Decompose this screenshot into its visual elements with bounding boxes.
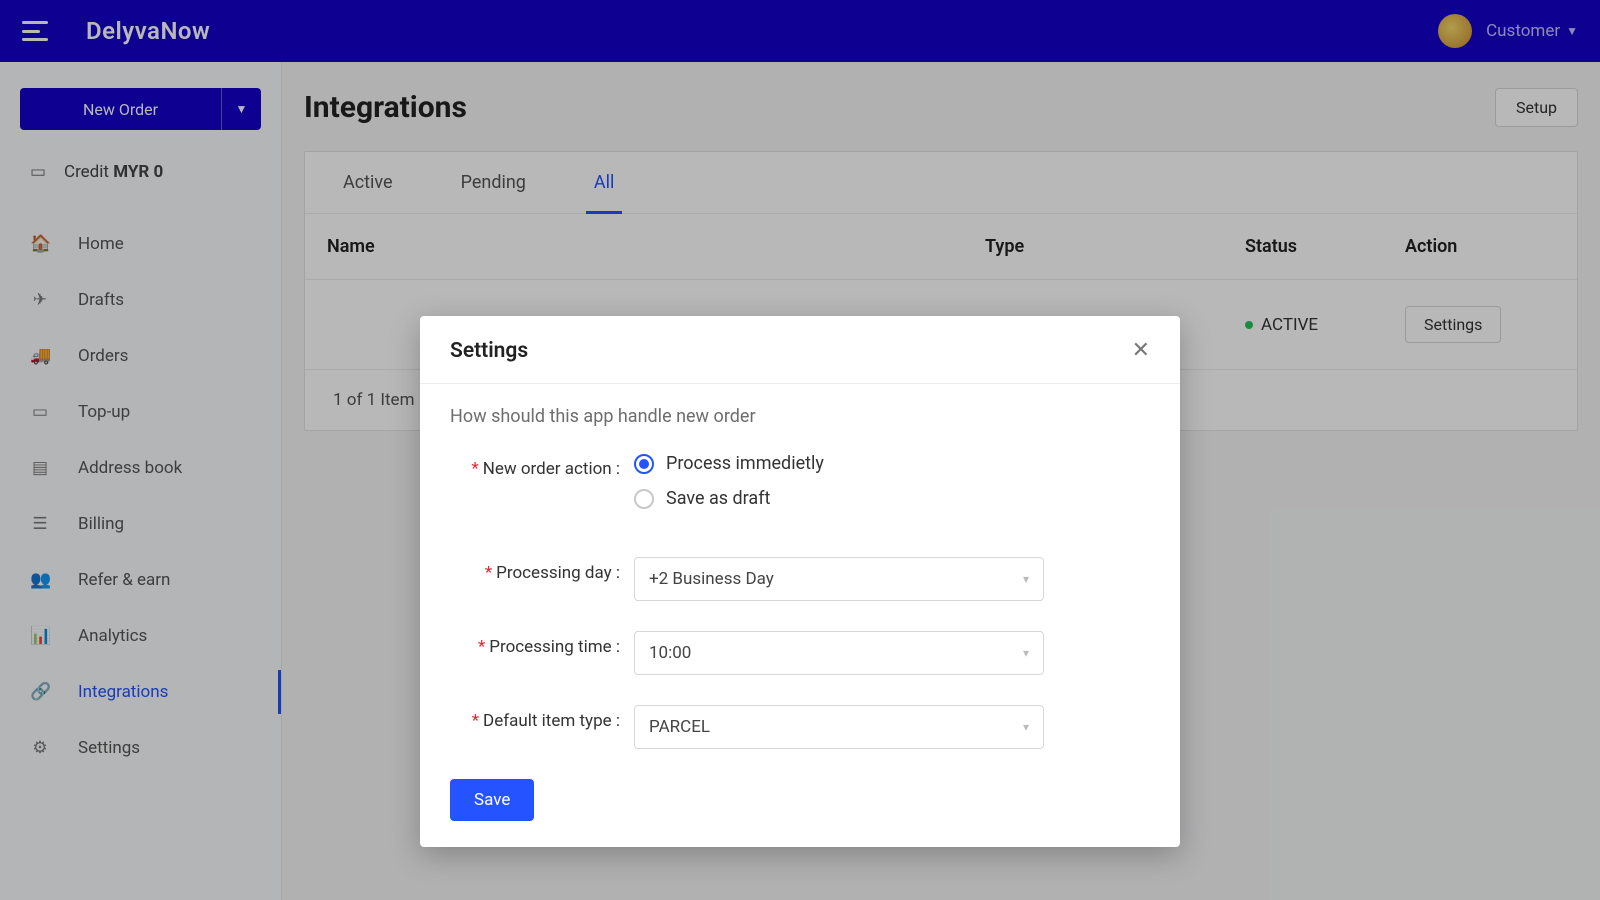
label-new-order-action: New order action <box>483 459 612 479</box>
modal-close-button[interactable]: ✕ <box>1132 338 1150 363</box>
modal-description: How should this app handle new order <box>450 406 1150 427</box>
select-processing-time[interactable]: 10:00 ▾ <box>634 631 1044 675</box>
select-value: +2 Business Day <box>649 569 774 589</box>
select-value: PARCEL <box>649 717 710 737</box>
label-default-item-type: Default item type <box>483 711 612 731</box>
radio-label: Process immedietly <box>666 453 824 474</box>
select-value: 10:00 <box>649 643 691 663</box>
select-default-item-type[interactable]: PARCEL ▾ <box>634 705 1044 749</box>
settings-modal: Settings ✕ How should this app handle ne… <box>420 316 1180 847</box>
save-button[interactable]: Save <box>450 779 534 821</box>
radio-label: Save as draft <box>666 488 770 509</box>
radio-save-as-draft[interactable]: Save as draft <box>634 488 1150 509</box>
chevron-down-icon: ▾ <box>1023 646 1029 660</box>
radio-process-immediately[interactable]: Process immedietly <box>634 453 1150 474</box>
modal-title: Settings <box>450 339 528 363</box>
label-processing-day: Processing day <box>496 563 612 583</box>
radio-icon <box>634 489 654 509</box>
close-icon: ✕ <box>1132 338 1150 363</box>
label-processing-time: Processing time <box>489 637 611 657</box>
chevron-down-icon: ▾ <box>1023 572 1029 586</box>
chevron-down-icon: ▾ <box>1023 720 1029 734</box>
select-processing-day[interactable]: +2 Business Day ▾ <box>634 557 1044 601</box>
radio-icon <box>634 454 654 474</box>
